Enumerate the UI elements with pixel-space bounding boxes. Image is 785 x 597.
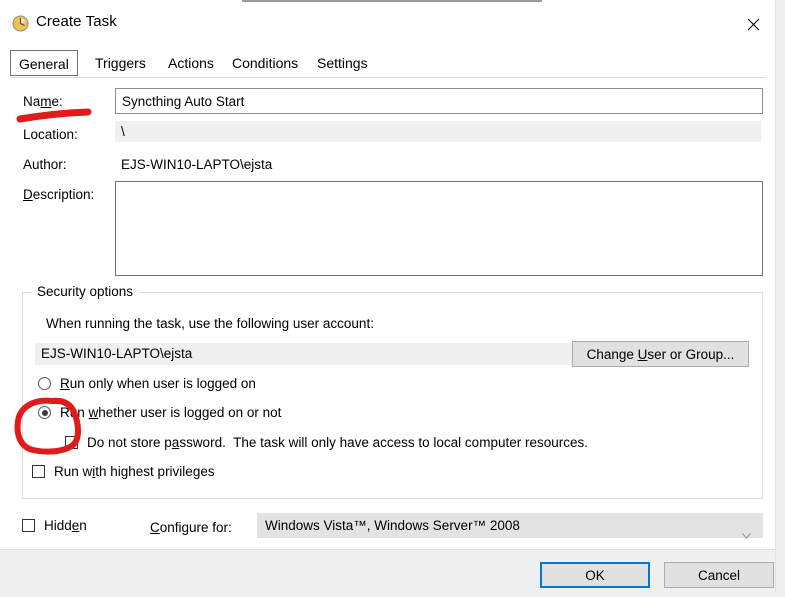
- checkbox-label-hidden: Hidden: [44, 518, 87, 533]
- radio-mark-unselected: [38, 377, 51, 390]
- tab-settings[interactable]: Settings: [308, 50, 377, 76]
- clock-icon: [12, 15, 29, 32]
- create-task-dialog: Create Task General Triggers Actions Con…: [0, 0, 785, 597]
- checkbox-label-highest-privileges: Run with highest privileges: [54, 464, 215, 479]
- task-name-input[interactable]: [115, 88, 763, 114]
- author-value: EJS-WIN10-LAPTO\ejsta: [121, 157, 273, 172]
- location-value: \: [115, 121, 761, 142]
- title-bar: Create Task: [0, 4, 775, 44]
- description-label: Description:: [23, 187, 95, 202]
- window-bottom-edge: [0, 593, 785, 597]
- configure-for-label: Configure for:: [150, 520, 232, 535]
- radio-run-whether-logged-on-or-not[interactable]: Run whether user is logged on or not: [38, 405, 281, 420]
- radio-mark-selected: [38, 406, 51, 419]
- checkbox-run-with-highest-privileges[interactable]: Run with highest privileges: [32, 464, 215, 479]
- change-user-or-group-button[interactable]: Change User or Group...: [572, 341, 749, 367]
- chevron-down-icon: [742, 522, 751, 539]
- ok-button[interactable]: OK: [540, 562, 650, 588]
- checkbox-do-not-store-password[interactable]: Do not store password. The task will onl…: [65, 435, 588, 450]
- account-prompt-label: When running the task, use the following…: [46, 316, 374, 331]
- close-icon: [747, 18, 760, 31]
- radio-run-only-when-logged-on[interactable]: Run only when user is logged on: [38, 376, 256, 391]
- author-label: Author:: [23, 157, 67, 172]
- configure-for-value: Windows Vista™, Windows Server™ 2008: [265, 518, 520, 533]
- checkbox-hidden[interactable]: Hidden: [22, 518, 87, 533]
- close-button[interactable]: [730, 4, 776, 44]
- task-description-input[interactable]: [115, 181, 763, 276]
- configure-for-dropdown[interactable]: Windows Vista™, Windows Server™ 2008: [257, 513, 763, 539]
- checkbox-mark-unchecked: [22, 519, 35, 532]
- radio-label-run-whether: Run whether user is logged on or not: [60, 405, 282, 420]
- security-options-title: Security options: [32, 284, 139, 299]
- tab-triggers[interactable]: Triggers: [86, 50, 155, 76]
- tab-actions[interactable]: Actions: [159, 50, 223, 76]
- dialog-footer: OK Cancel: [0, 549, 775, 593]
- checkbox-mark-unchecked: [32, 465, 45, 478]
- cancel-button[interactable]: Cancel: [664, 562, 774, 588]
- location-label: Location:: [23, 127, 78, 142]
- name-label: Name:: [23, 94, 63, 109]
- user-account-value: EJS-WIN10-LAPTO\ejsta: [35, 343, 580, 365]
- tab-conditions[interactable]: Conditions: [223, 50, 307, 76]
- radio-label-run-only-logged-on: Run only when user is logged on: [60, 376, 256, 391]
- window-right-edge: [775, 0, 785, 597]
- checkbox-mark-unchecked: [65, 436, 78, 449]
- general-tab-panel: Name: Location: \ Author: EJS-WIN10-LAPT…: [10, 78, 765, 548]
- background-window-edge: [242, 0, 542, 3]
- window-title: Create Task: [36, 13, 117, 30]
- tab-strip: General Triggers Actions Conditions Sett…: [10, 50, 765, 78]
- checkbox-label-do-not-store-password: Do not store password. The task will onl…: [87, 435, 588, 450]
- tab-general[interactable]: General: [10, 50, 78, 76]
